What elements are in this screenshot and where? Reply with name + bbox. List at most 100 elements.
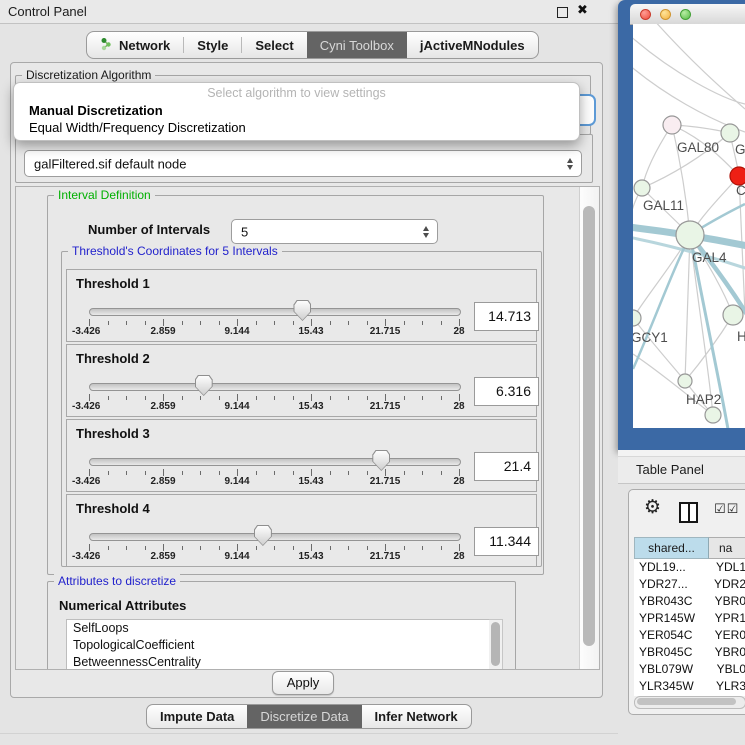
close-icon[interactable]: ✖ (577, 3, 588, 18)
network-node-gcy1[interactable] (633, 310, 641, 326)
control-panel-title: Control Panel (8, 4, 87, 19)
number-of-intervals-label: Number of Intervals (88, 222, 210, 237)
tab-network[interactable]: Network (87, 32, 183, 58)
close-traffic-light-icon[interactable] (640, 9, 651, 20)
dropdown-option-manual-discretization[interactable]: Manual Discretization (29, 103, 163, 118)
threshold-slider-track[interactable] (89, 383, 461, 391)
tab-style[interactable]: Style (184, 32, 241, 58)
cell-name[interactable]: YLR3 (708, 678, 745, 695)
column-header-shared[interactable]: shared... (634, 537, 709, 559)
tick-mark (200, 321, 201, 325)
table-row[interactable]: YPR145WYPR1 (634, 610, 745, 627)
cell-name[interactable]: YER0 (707, 627, 745, 644)
settings-scrollbar[interactable] (579, 187, 599, 669)
gear-icon[interactable]: ⚙ (644, 496, 661, 518)
cell-shared-name[interactable]: YBR043C (634, 593, 707, 610)
cell-shared-name[interactable]: YBL079W (634, 661, 709, 678)
tick-label: 2.859 (150, 401, 175, 412)
cell-shared-name[interactable]: YPR145W (634, 610, 707, 627)
network-node-hap2[interactable] (678, 374, 692, 388)
tab-cyni-toolbox[interactable]: Cyni Toolbox (307, 32, 407, 58)
network-node-label: C (736, 183, 745, 198)
table-row[interactable]: YDL19...YDL1 (634, 559, 745, 576)
attributes-list-scrollbar[interactable] (489, 619, 503, 670)
table-row[interactable]: YBL079WYBL0 (634, 661, 745, 678)
tick-mark (441, 321, 442, 325)
tab-jactivemnodules[interactable]: jActiveMNodules (407, 32, 538, 58)
network-node-gal80[interactable] (663, 116, 681, 134)
cell-shared-name[interactable]: YLR345W (634, 678, 708, 695)
zoom-traffic-light-icon[interactable] (680, 9, 691, 20)
table-hscrollbar-thumb[interactable] (637, 698, 736, 705)
table-data-combobox[interactable]: galFiltered.sif default node (24, 150, 582, 177)
cell-shared-name[interactable]: YBR045C (634, 644, 707, 661)
tick-label: 15.43 (298, 326, 323, 337)
tab-label: jActiveMNodules (420, 38, 525, 53)
attribute-list-item[interactable]: BetweennessCentrality (67, 654, 490, 670)
network-window-titlebar[interactable] (630, 4, 745, 25)
tick-mark (422, 546, 423, 550)
tab-select[interactable]: Select (242, 32, 306, 58)
number-of-intervals-combobox[interactable]: 5 (231, 219, 438, 244)
threshold-value-field[interactable]: 11.344 (474, 527, 539, 556)
attribute-list-item[interactable]: SelfLoops (67, 620, 490, 637)
attribute-list-item[interactable]: TopologicalCoefficient (67, 637, 490, 654)
tick-mark (163, 544, 164, 551)
threshold-label: Threshold 1 (76, 276, 150, 291)
threshold-slider-thumb[interactable] (372, 450, 390, 471)
network-node[interactable] (705, 407, 721, 423)
table-row[interactable]: YER054CYER0 (634, 627, 745, 644)
tick-mark (441, 546, 442, 550)
column-header-name[interactable]: na (709, 537, 745, 559)
table-row[interactable]: YDR27...YDR2 (634, 576, 745, 593)
cell-name[interactable]: YBR0 (707, 644, 745, 661)
checkbox-columns-icon[interactable]: ☑☑ (714, 502, 739, 517)
network-node-h[interactable] (723, 305, 743, 325)
settings-scrollbar-thumb[interactable] (583, 206, 595, 646)
tick-mark (404, 546, 405, 550)
tab-impute-data[interactable]: Impute Data (147, 705, 247, 728)
tick-label: 28 (453, 401, 464, 412)
tab-label: Cyni Toolbox (320, 38, 394, 53)
network-node-gal11[interactable] (634, 180, 650, 196)
network-node-gal4[interactable] (676, 221, 704, 249)
threshold-value-field[interactable]: 6.316 (474, 377, 539, 406)
network-canvas[interactable]: GAL80GALCGAL11GAL4GCY1HHAP2 (633, 24, 745, 428)
threshold-slider-track[interactable] (89, 533, 461, 541)
threshold-slider-thumb[interactable] (254, 525, 272, 546)
table-row[interactable]: YLR345WYLR3 (634, 678, 745, 695)
threshold-value-field[interactable]: 21.4 (474, 452, 539, 481)
tick-mark (311, 319, 312, 326)
cell-shared-name[interactable]: YDL19... (634, 559, 708, 576)
split-columns-icon[interactable] (679, 502, 698, 523)
cell-shared-name[interactable]: YDR27... (634, 576, 706, 593)
table-row[interactable]: YBR043CYBR0 (634, 593, 745, 610)
attributes-scrollbar-thumb[interactable] (491, 622, 500, 666)
cell-name[interactable]: YPR1 (707, 610, 745, 627)
numerical-attributes-list[interactable]: SelfLoopsTopologicalCoefficientBetweenne… (66, 619, 491, 670)
tick-mark (330, 321, 331, 325)
apply-button[interactable]: Apply (272, 671, 334, 695)
cell-shared-name[interactable]: YER054C (634, 627, 707, 644)
cell-name[interactable]: YBR0 (707, 593, 745, 610)
tick-mark (422, 321, 423, 325)
table-row[interactable]: YBR045CYBR0 (634, 644, 745, 661)
tab-discretize-data[interactable]: Discretize Data (247, 705, 361, 728)
threshold-value-field[interactable]: 14.713 (474, 302, 539, 331)
threshold-slider-track[interactable] (89, 458, 461, 466)
minimize-traffic-light-icon[interactable] (660, 9, 671, 20)
tick-mark (367, 321, 368, 325)
dropdown-option-equal-width-frequency[interactable]: Equal Width/Frequency Discretization (29, 120, 246, 135)
float-window-icon[interactable] (557, 7, 568, 18)
network-edges (633, 24, 745, 415)
threshold-slider-thumb[interactable] (195, 375, 213, 396)
threshold-slider-thumb[interactable] (293, 300, 311, 321)
cell-name[interactable]: YDR2 (706, 576, 745, 593)
cell-name[interactable]: YBL0 (709, 661, 745, 678)
table-horizontal-scrollbar[interactable] (634, 696, 745, 709)
tab-infer-network[interactable]: Infer Network (362, 705, 471, 728)
network-node-gal[interactable] (721, 124, 739, 142)
network-view-window[interactable]: GAL80GALCGAL11GAL4GCY1HHAP2 (618, 0, 745, 450)
threshold-slider-track[interactable] (89, 308, 461, 316)
cell-name[interactable]: YDL1 (708, 559, 745, 576)
